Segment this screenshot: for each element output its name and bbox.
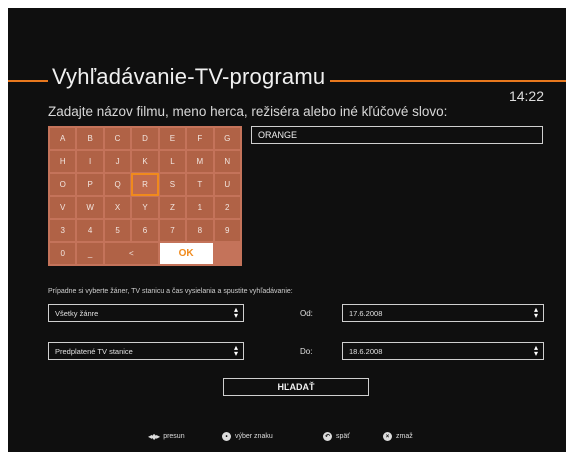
key[interactable]: 7 xyxy=(159,220,186,241)
key[interactable]: S xyxy=(159,174,186,195)
key[interactable]: H xyxy=(50,151,76,172)
key[interactable]: 5 xyxy=(104,220,131,241)
key[interactable]: 8 xyxy=(187,220,213,241)
key[interactable]: X xyxy=(104,197,131,218)
footer-move-label: presun xyxy=(163,433,185,440)
key[interactable]: O xyxy=(50,174,76,195)
key-backspace[interactable]: < xyxy=(104,243,158,264)
arrows-icon: ◂◆▸ xyxy=(148,432,160,441)
key[interactable]: F xyxy=(187,128,213,149)
footer-move: ◂◆▸ presun xyxy=(148,432,185,441)
footer-delete: × zmaž xyxy=(383,432,413,441)
updown-icon: ▴ ▾ xyxy=(533,305,538,320)
to-date-value: 18.6.2008 xyxy=(349,347,383,356)
updown-icon: ▴ ▾ xyxy=(233,305,238,320)
key[interactable]: Z xyxy=(159,197,186,218)
key[interactable]: P xyxy=(77,174,103,195)
key[interactable]: E xyxy=(159,128,186,149)
footer-back: ↶ späť xyxy=(323,432,350,441)
updown-icon: ▴ ▾ xyxy=(533,343,538,358)
key[interactable]: G xyxy=(214,128,240,149)
channel-select-value: Predplatené TV stanice xyxy=(55,347,133,356)
footer-delete-label: zmaž xyxy=(396,433,413,440)
channel-select[interactable]: Predplatené TV stanice ▴ ▾ xyxy=(48,342,244,360)
title-rule-right xyxy=(330,80,566,82)
ok-icon: • xyxy=(222,432,231,441)
tv-screen: Vyhľadávanie-TV-programu 14:22 Zadajte n… xyxy=(8,8,566,452)
key-ok[interactable]: OK xyxy=(159,243,213,264)
key[interactable]: 9 xyxy=(214,220,240,241)
page-title: Vyhľadávanie-TV-programu xyxy=(52,64,326,89)
search-button[interactable]: HĽADAŤ xyxy=(223,378,369,396)
key[interactable]: T xyxy=(187,174,213,195)
search-input[interactable]: ORANGE xyxy=(251,126,543,144)
clock: 14:22 xyxy=(508,88,544,104)
key[interactable]: W xyxy=(77,197,103,218)
key[interactable]: 4 xyxy=(77,220,103,241)
from-date-select[interactable]: 17.6.2008 ▴ ▾ xyxy=(342,304,544,322)
key[interactable]: B xyxy=(77,128,103,149)
footer-back-label: späť xyxy=(336,433,350,440)
key[interactable]: N xyxy=(214,151,240,172)
footer-select-label: výber znaku xyxy=(235,433,273,440)
key[interactable]: 1 xyxy=(187,197,213,218)
genre-select[interactable]: Všetky žánre ▴ ▾ xyxy=(48,304,244,322)
key[interactable]: I xyxy=(77,151,103,172)
footer-select: • výber znaku xyxy=(222,432,273,441)
key[interactable]: 2 xyxy=(214,197,240,218)
key-selected[interactable]: R xyxy=(131,173,159,196)
key[interactable]: Y xyxy=(132,197,158,218)
key[interactable]: L xyxy=(159,151,186,172)
key[interactable]: M xyxy=(187,151,213,172)
back-icon: ↶ xyxy=(323,432,332,441)
from-label: Od: xyxy=(300,309,313,318)
footer-legend: ◂◆▸ presun • výber znaku ↶ späť × zmaž xyxy=(8,432,566,446)
key[interactable]: 3 xyxy=(50,220,76,241)
key[interactable]: K xyxy=(132,151,158,172)
delete-icon: × xyxy=(383,432,392,441)
to-date-select[interactable]: 18.6.2008 ▴ ▾ xyxy=(342,342,544,360)
search-prompt: Zadajte názov filmu, meno herca, režisér… xyxy=(48,104,448,119)
genre-select-value: Všetky žánre xyxy=(55,309,99,318)
key[interactable]: C xyxy=(104,128,131,149)
key[interactable]: 6 xyxy=(132,220,158,241)
to-label: Do: xyxy=(300,347,313,356)
key[interactable]: D xyxy=(132,128,158,149)
key[interactable]: V xyxy=(50,197,76,218)
key-zero[interactable]: 0 xyxy=(50,243,76,264)
filter-hint: Prípadne si vyberte žáner, TV stanicu a … xyxy=(48,288,293,295)
key-space[interactable]: _ xyxy=(77,243,103,264)
key[interactable]: Q xyxy=(104,174,131,195)
from-date-value: 17.6.2008 xyxy=(349,309,383,318)
key[interactable]: J xyxy=(104,151,131,172)
key[interactable]: U xyxy=(214,174,240,195)
onscreen-keyboard: A B C D E F G H I J K L M N O P Q R S T … xyxy=(48,126,242,266)
updown-icon: ▴ ▾ xyxy=(233,343,238,358)
title-rule-left xyxy=(8,80,48,82)
key[interactable]: A xyxy=(50,128,76,149)
